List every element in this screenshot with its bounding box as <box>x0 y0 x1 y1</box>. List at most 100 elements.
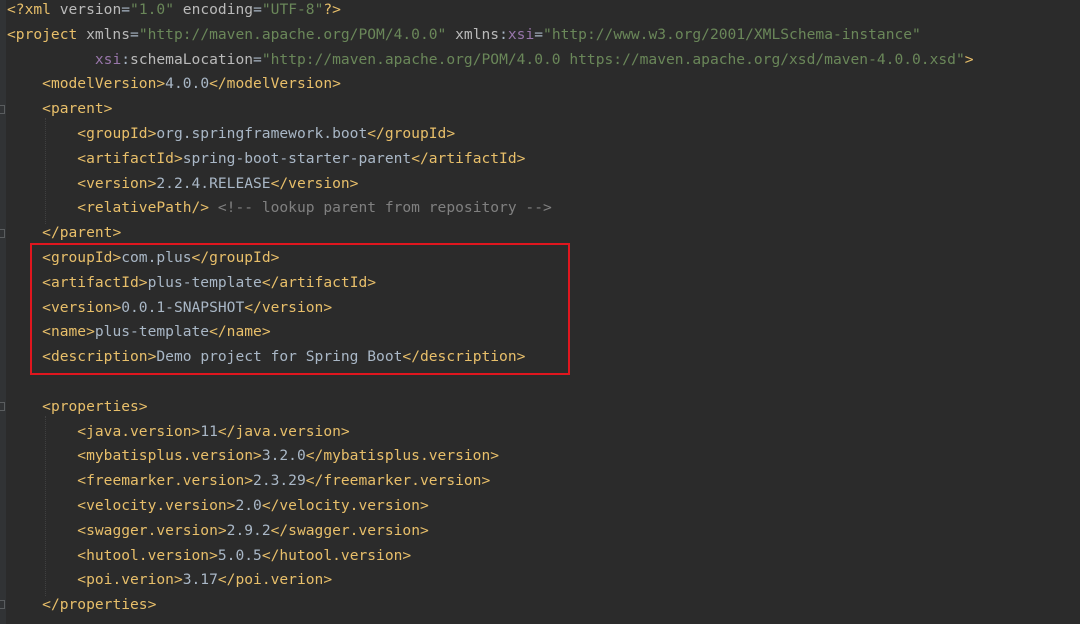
code-token: <artifactId> <box>77 149 183 167</box>
code-line[interactable]: </properties> <box>7 593 156 618</box>
code-token: : <box>121 50 131 68</box>
code-line[interactable]: <freemarker.version>2.3.29</freemarker.v… <box>7 469 490 494</box>
code-token: "1.0" <box>130 1 174 18</box>
code-token: 5.0.5 <box>217 546 262 564</box>
highlight-box <box>30 243 570 375</box>
code-line[interactable]: <relativePath/> <!-- lookup parent from … <box>7 196 552 221</box>
code-token: "UTF-8" <box>261 1 324 18</box>
code-token: <relativePath/> <box>77 199 210 217</box>
code-token: <mybatisplus.version> <box>77 447 262 465</box>
code-line[interactable]: <groupId>org.springframework.boot</group… <box>7 122 455 147</box>
code-token: : <box>499 25 508 43</box>
code-token: schemaLocation <box>130 50 254 68</box>
code-token: <modelVersion> <box>42 75 166 93</box>
code-line[interactable]: <java.version>11</java.version> <box>7 420 350 445</box>
code-line[interactable]: <velocity.version>2.0</velocity.version> <box>7 494 429 519</box>
code-token: 4.0.0 <box>165 75 210 93</box>
code-token: 3.17 <box>182 571 218 589</box>
code-token: </properties> <box>42 596 157 614</box>
code-token: 11 <box>200 422 218 440</box>
code-token: </groupId> <box>367 125 456 142</box>
code-line[interactable]: <?xml version="1.0" encoding="UTF-8"?> <box>7 0 341 23</box>
code-token: <? <box>7 1 25 18</box>
code-token: 2.0 <box>235 497 262 514</box>
code-line[interactable]: <parent> <box>7 97 112 122</box>
code-token: > <box>964 50 974 68</box>
fold-marker-icon[interactable] <box>0 229 5 238</box>
code-token: </parent> <box>42 224 122 242</box>
code-token: <poi.verion> <box>77 571 183 589</box>
code-token: </artifactId> <box>411 149 526 167</box>
code-token: <version> <box>77 174 157 192</box>
code-token: xmlns <box>455 25 500 43</box>
fold-marker-icon[interactable] <box>0 105 5 114</box>
code-line[interactable]: xsi:schemaLocation="http://maven.apache.… <box>7 48 974 73</box>
code-token: xsi <box>94 50 122 68</box>
code-token: = <box>253 50 262 68</box>
code-token: <velocity.version> <box>77 497 236 514</box>
code-line[interactable]: <artifactId>spring-boot-starter-parent</… <box>7 147 525 172</box>
code-token: xmlns <box>86 25 131 43</box>
fold-marker-icon[interactable] <box>0 402 5 411</box>
code-token: <!-- lookup parent from repository --> <box>217 199 552 217</box>
code-token: <parent> <box>42 100 113 118</box>
code-token: </version> <box>270 174 359 192</box>
code-token: <swagger.version> <box>77 521 227 539</box>
code-line[interactable]: <project xmlns="http://maven.apache.org/… <box>7 23 921 48</box>
code-token: 2.9.2 <box>226 521 271 539</box>
code-line[interactable]: <version>2.2.4.RELEASE</version> <box>7 172 358 197</box>
code-token: version <box>59 1 122 18</box>
code-token: = <box>121 1 131 18</box>
code-token: <java.version> <box>77 422 201 440</box>
code-token: </modelVersion> <box>209 75 341 93</box>
code-token: </mybatisplus.version> <box>305 447 500 465</box>
code-token: org.springframework.boot <box>156 125 368 142</box>
code-token: spring-boot-starter-parent <box>182 149 412 167</box>
code-token: </java.version> <box>217 422 350 440</box>
code-token: </hutool.version> <box>261 546 412 564</box>
code-line[interactable]: <properties> <box>7 395 147 420</box>
fold-marker-icon[interactable] <box>0 600 5 609</box>
code-line[interactable]: <poi.verion>3.17</poi.verion> <box>7 568 332 593</box>
code-token: "http://maven.apache.org/POM/4.0.0 https… <box>261 50 965 68</box>
code-token: = <box>253 1 262 18</box>
code-token: 3.2.0 <box>261 447 306 465</box>
code-token: 2.2.4.RELEASE <box>156 174 271 192</box>
code-token: </velocity.version> <box>261 497 429 514</box>
code-line[interactable]: <mybatisplus.version>3.2.0</mybatisplus.… <box>7 444 499 469</box>
code-line[interactable]: <swagger.version>2.9.2</swagger.version> <box>7 519 429 544</box>
code-token: = <box>130 25 139 43</box>
code-token: <groupId> <box>77 125 157 142</box>
code-token: </swagger.version> <box>270 521 429 539</box>
code-token: </poi.verion> <box>217 571 333 589</box>
code-token: <freemarker.version> <box>77 472 254 490</box>
code-token: xsi <box>507 25 535 43</box>
code-token: encoding <box>182 1 254 18</box>
code-token: <hutool.version> <box>77 546 218 564</box>
code-line[interactable]: <modelVersion>4.0.0</modelVersion> <box>7 72 341 97</box>
code-token: <project <box>7 25 87 43</box>
code-token: xml <box>24 1 60 18</box>
code-editor[interactable]: <?xml version="1.0" encoding="UTF-8"?> <p… <box>0 0 1080 624</box>
code-line[interactable]: <hutool.version>5.0.5</hutool.version> <box>7 544 411 569</box>
editor-gutter[interactable] <box>0 0 6 624</box>
code-token: 2.3.29 <box>253 472 306 490</box>
